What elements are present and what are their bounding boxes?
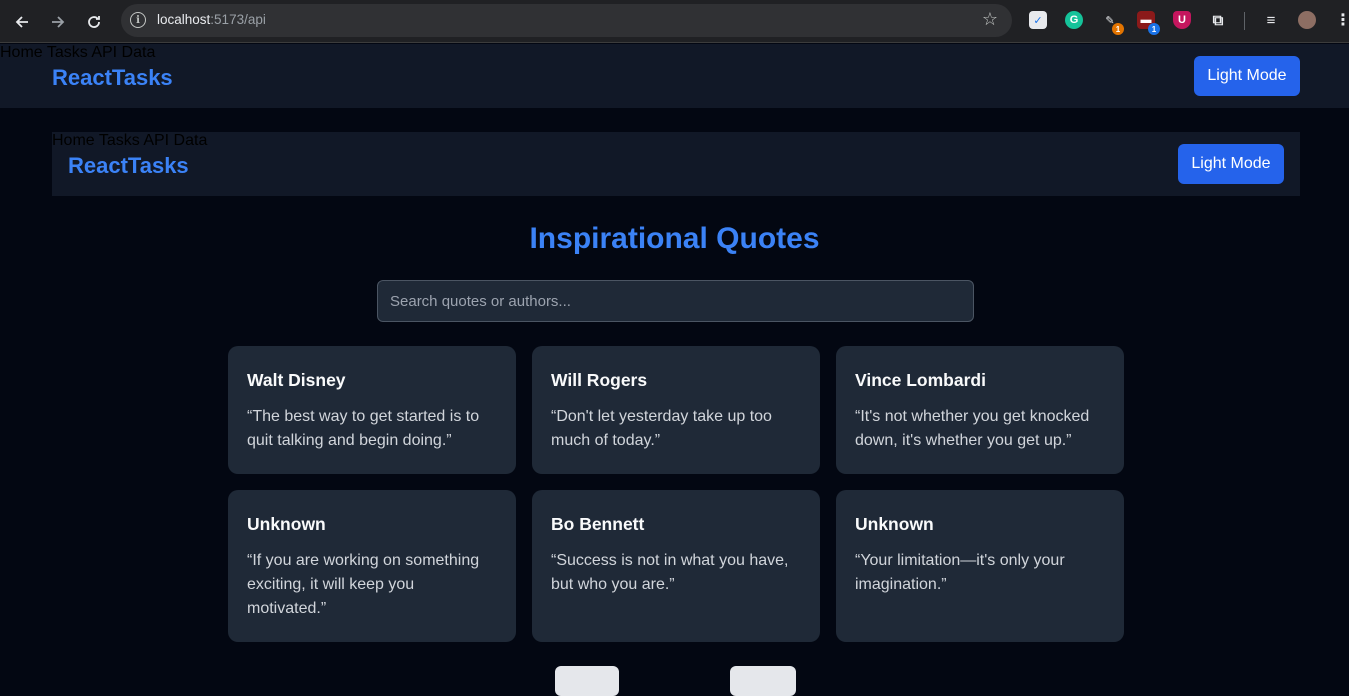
inner-app-header: ReactTasks Home Tasks API Data Light Mod… [52, 132, 1300, 196]
nav-api-data[interactable]: API Data [143, 132, 207, 149]
quote-card: Will Rogers “Don't let yesterday take up… [532, 346, 820, 474]
quote-author: Bo Bennett [551, 514, 645, 534]
light-mode-button[interactable]: Light Mode [1194, 56, 1300, 96]
quote-card: Vince Lombardi “It's not whether you get… [836, 346, 1124, 474]
previous-page-button[interactable] [555, 666, 619, 696]
outer-app-header: ReactTasks Home Tasks API Data Light Mod… [0, 44, 1349, 108]
nav-tasks[interactable]: Tasks [47, 44, 88, 61]
quote-text: “Don't let yesterday take up too much of… [551, 408, 772, 449]
light-mode-button[interactable]: Light Mode [1178, 144, 1284, 184]
address-bar[interactable]: i localhost:5173/api ☆ [121, 4, 1012, 37]
reading-list-icon[interactable]: ≡ [1262, 11, 1280, 29]
nav-tasks[interactable]: Tasks [99, 132, 140, 149]
quote-text: “Your limitation—it's only your imaginat… [855, 552, 1065, 593]
page-title: Inspirational Quotes [529, 222, 820, 255]
brand-logo[interactable]: ReactTasks [52, 65, 173, 91]
search-input[interactable] [377, 280, 974, 322]
quote-card: Walt Disney “The best way to get started… [228, 346, 516, 474]
next-page-button[interactable] [730, 666, 796, 696]
quote-author: Vince Lombardi [855, 370, 986, 390]
quote-text: “Success is not in what you have, but wh… [551, 552, 789, 593]
quote-card: Bo Bennett “Success is not in what you h… [532, 490, 820, 642]
quote-text: “The best way to get started is to quit … [247, 408, 480, 449]
quote-text: “If you are working on something excitin… [247, 552, 480, 617]
reload-icon[interactable] [81, 9, 107, 35]
quote-text: “It's not whether you get knocked down, … [855, 408, 1090, 449]
site-info-icon[interactable]: i [130, 12, 146, 28]
calendar-extension-icon[interactable]: ✓ [1029, 11, 1047, 29]
quote-card: Unknown “If you are working on something… [228, 490, 516, 642]
nav-api-data[interactable]: API Data [91, 44, 155, 61]
quote-author: Walt Disney [247, 370, 346, 390]
browser-toolbar: i localhost:5173/api ☆ ✓ G ✎ 1 ▬ 1 U ⧉ ≡ ⋮ [0, 0, 1349, 43]
bookmark-star-icon[interactable]: ☆ [982, 9, 998, 30]
quote-card: Unknown “Your limitation—it's only your … [836, 490, 1124, 642]
quote-author: Unknown [247, 514, 326, 534]
nav-home[interactable]: Home [52, 132, 95, 149]
back-icon[interactable] [9, 9, 35, 35]
menu-kebab-icon[interactable]: ⋮ [1334, 11, 1349, 29]
extension-icon-2[interactable]: ▬ 1 [1137, 11, 1160, 35]
quote-author: Unknown [855, 514, 934, 534]
extensions-puzzle-icon[interactable]: ⧉ [1209, 11, 1227, 29]
forward-icon[interactable] [45, 9, 71, 35]
quote-author: Will Rogers [551, 370, 648, 390]
brand-logo[interactable]: ReactTasks [68, 153, 189, 179]
ublock-extension-icon[interactable]: U [1173, 11, 1191, 29]
toolbar-divider [1244, 12, 1245, 30]
nav-home[interactable]: Home [0, 44, 43, 61]
profile-avatar[interactable] [1298, 11, 1316, 29]
url-text[interactable]: localhost:5173/api [157, 12, 266, 27]
extension-icon-1[interactable]: ✎ 1 [1101, 11, 1124, 35]
grammarly-extension-icon[interactable]: G [1065, 11, 1083, 29]
